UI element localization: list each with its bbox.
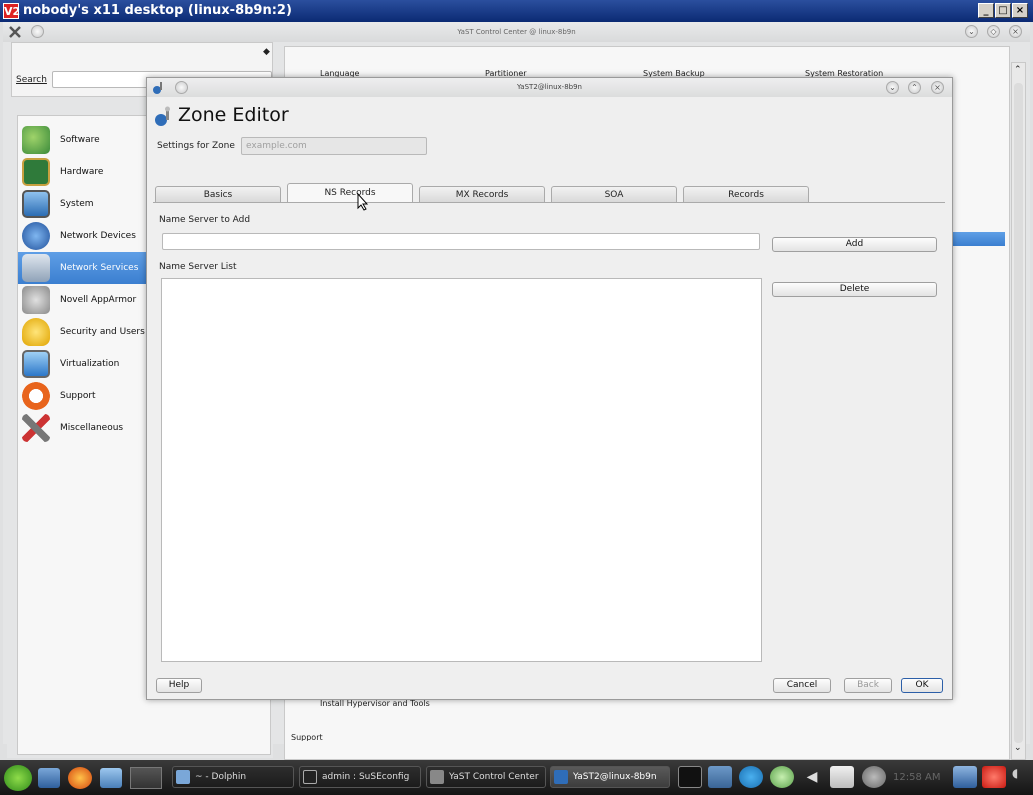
dialog-window-title: YaST2@linux-8b9n [517,83,582,91]
firefox-icon[interactable] [68,767,92,789]
control-center-title: YaST Control Center @ linux-8b9n [457,28,576,36]
ok-button[interactable]: OK [901,678,943,693]
terminal-icon [303,770,317,784]
pin-icon[interactable]: ◆ [263,47,270,57]
task-yast-control-center[interactable]: YaST Control Center [426,766,546,788]
maximize-icon[interactable]: ◇ [987,25,1000,38]
tab-ns-records[interactable]: NS Records [287,183,413,203]
task-dolphin[interactable]: ~ - Dolphin [172,766,294,788]
apparmor-icon [22,286,50,314]
ns-list[interactable] [161,278,762,662]
software-icon [22,126,50,154]
tab-soa[interactable]: SOA [551,186,677,202]
vnc-logo-icon: V2 [3,3,21,19]
panel-toolbox-icon[interactable]: ◖ [1012,766,1030,788]
taskbar: ~ - Dolphin admin : SuSEconfig YaST Cont… [0,760,1033,795]
help-button[interactable]: Help [156,678,202,693]
lock-screen-icon[interactable] [953,766,977,788]
dns-small-icon [153,82,162,94]
selected-category-strip [953,232,1005,246]
dialog-maximize-icon[interactable]: ⌃ [908,81,921,94]
back-button[interactable]: Back [844,678,892,693]
mouse-cursor-icon [357,193,369,211]
vnc-close-button[interactable]: × [1012,3,1028,18]
support-icon [22,382,50,410]
tab-records[interactable]: Records [683,186,809,202]
modules-scrollbar[interactable]: ⌃ ⌄ [1011,62,1026,760]
file-manager-icon[interactable] [100,768,122,788]
pager-icon[interactable] [130,767,162,789]
window-menu-button[interactable] [31,25,44,38]
tab-mx-records[interactable]: MX Records [419,186,545,202]
start-menu-icon[interactable] [4,765,32,791]
scroll-up-icon[interactable]: ⌃ [1014,65,1022,75]
dialog-heading: Zone Editor [178,104,289,126]
module-install-hypervisor[interactable]: Install Hypervisor and Tools [320,699,430,708]
close-icon[interactable]: × [1009,25,1022,38]
scroll-thumb[interactable] [1014,83,1023,743]
ns-to-add-label: Name Server to Add [159,215,251,225]
cancel-button[interactable]: Cancel [773,678,831,693]
dialog-menu-button[interactable] [175,81,188,94]
clock: 12:58 AM [893,772,941,783]
minimize-icon[interactable]: ⌄ [965,25,978,38]
settings-for-zone-label: Settings for Zone [157,141,235,151]
zone-name-field: example.com [241,137,427,155]
security-icon [22,318,50,346]
tab-basics[interactable]: Basics [155,186,281,202]
console-tray-icon[interactable] [678,766,702,788]
vnc-maximize-button[interactable]: □ [995,3,1011,18]
control-center-titlebar: YaST Control Center @ linux-8b9n ⌄ ◇ × [3,22,1030,42]
info-tray-icon[interactable] [862,766,886,788]
updater-tray-icon[interactable] [739,766,763,788]
logout-icon[interactable] [982,766,1006,788]
show-desktop-icon[interactable] [38,768,60,788]
virtualization-icon [22,350,50,378]
ns-to-add-input[interactable] [162,233,760,250]
clipboard-tray-icon[interactable] [830,766,854,788]
vnc-window-title: nobody's x11 desktop (linux-8b9n:2) [23,3,292,18]
miscellaneous-icon [22,414,50,442]
task-yast2-dialog[interactable]: YaST2@linux-8b9n [550,766,670,788]
delete-button[interactable]: Delete [772,282,937,297]
volume-tray-icon[interactable]: ◀ [801,766,823,788]
search-label: Search [16,75,47,85]
dns-task-icon [554,770,568,784]
dialog-minimize-icon[interactable]: ⌄ [886,81,899,94]
task-terminal[interactable]: admin : SuSEconfig [299,766,421,788]
dialog-titlebar: YaST2@linux-8b9n ⌄ ⌃ × [147,78,952,97]
yast-tools-icon [9,26,21,38]
dolphin-icon [176,770,190,784]
scroll-down-icon[interactable]: ⌄ [1014,743,1022,753]
suse-tray-icon[interactable] [770,766,794,788]
zone-editor-icon [155,106,170,126]
ns-list-label: Name Server List [159,262,237,272]
network-devices-icon [22,222,50,250]
add-button[interactable]: Add [772,237,937,252]
vnc-titlebar: V2 nobody's x11 desktop (linux-8b9n:2) _… [0,0,1033,22]
tab-divider [153,202,945,203]
zone-editor-dialog: YaST2@linux-8b9n ⌄ ⌃ × Zone Editor Setti… [146,77,953,700]
module-support: Support [291,733,323,741]
network-tray-icon[interactable] [708,766,732,788]
hardware-icon [22,158,50,186]
system-icon [22,190,50,218]
vnc-minimize-button[interactable]: _ [978,3,994,18]
yast-icon [430,770,444,784]
dialog-close-icon[interactable]: × [931,81,944,94]
network-services-icon [22,254,50,282]
